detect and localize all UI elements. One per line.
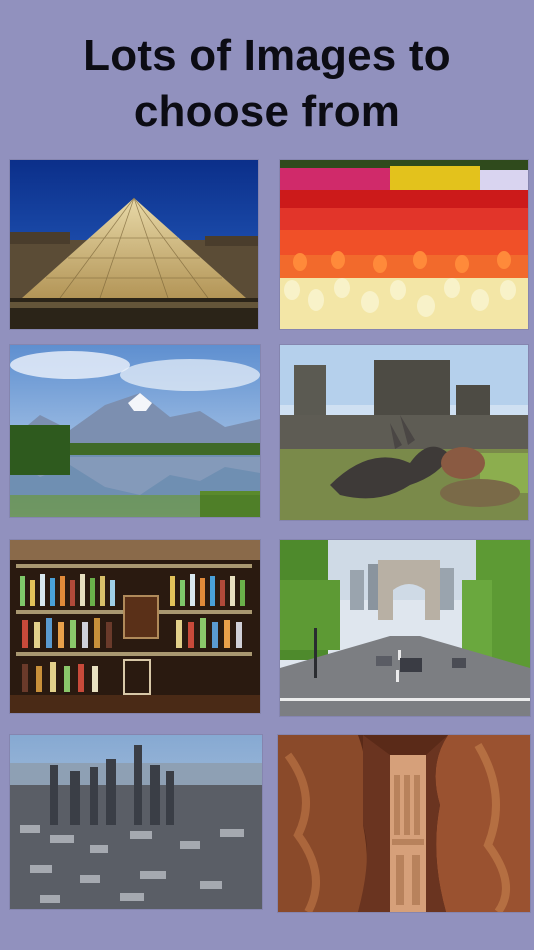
castle-dragon-sculpture-photo[interactable] <box>280 345 528 520</box>
page-headline: Lots of Images to choose from <box>0 28 534 140</box>
bar-shelves-photo[interactable] <box>10 540 260 713</box>
headline-line-1: Lots of Images to <box>83 31 451 80</box>
headline-line-2: choose from <box>133 87 401 136</box>
manhattan-skyline-photo[interactable] <box>10 735 262 909</box>
louvre-pyramid-photo[interactable] <box>10 160 258 329</box>
mountain-lake-reflection-photo[interactable] <box>10 345 260 517</box>
arc-de-triomphe-avenue-photo[interactable] <box>280 540 530 716</box>
tulip-field-photo[interactable] <box>280 160 528 329</box>
petra-siq-treasury-photo[interactable] <box>278 735 530 912</box>
